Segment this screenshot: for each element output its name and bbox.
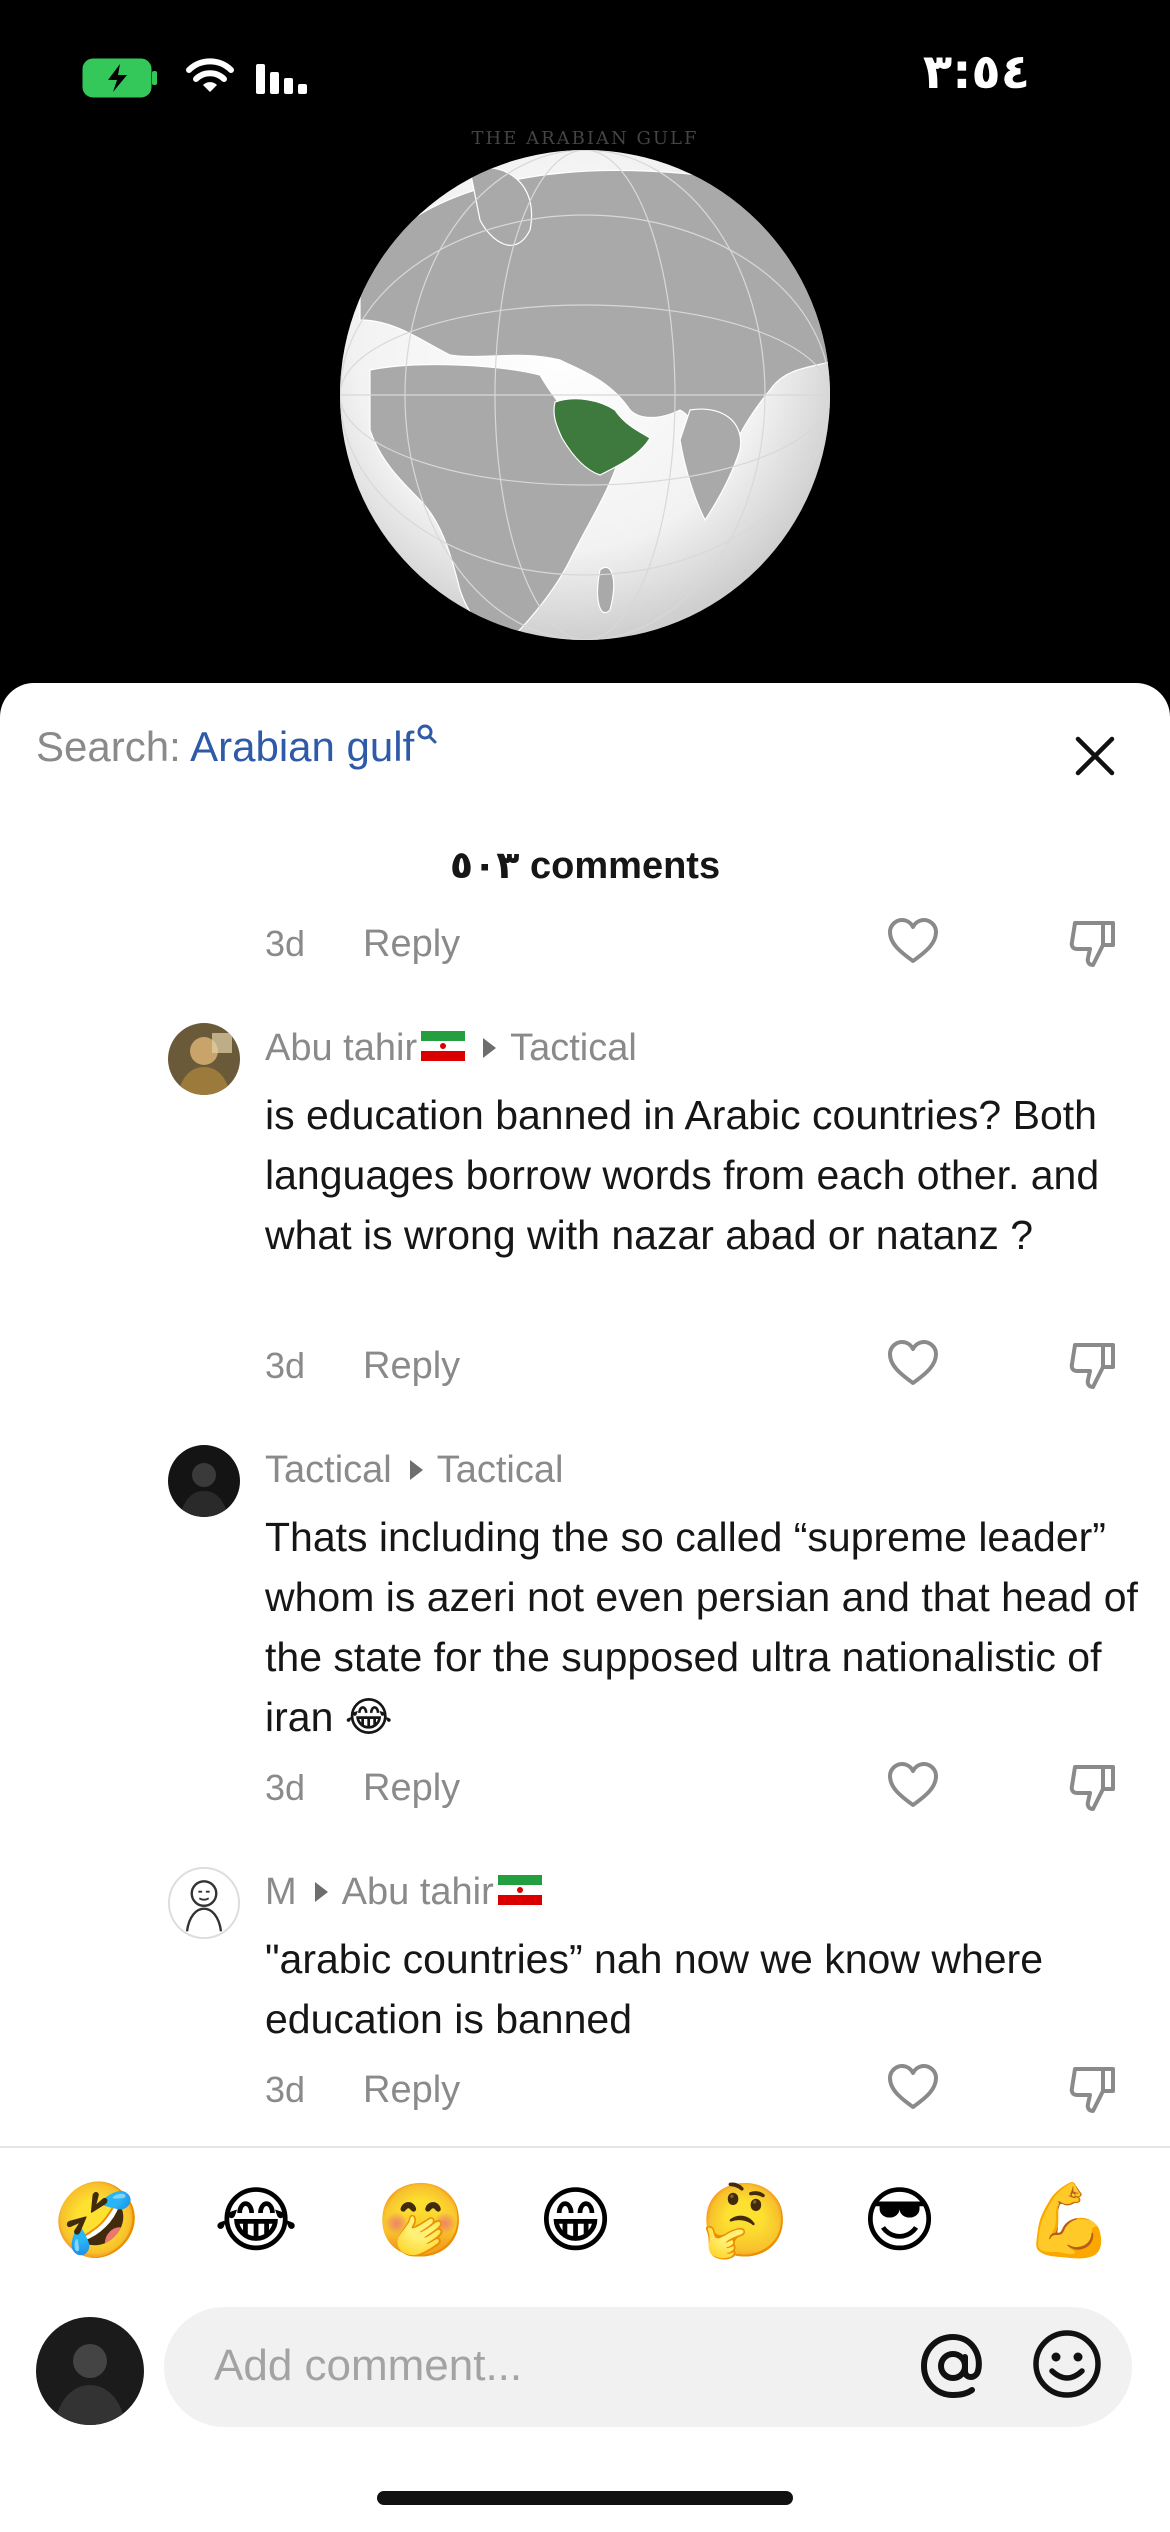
comment-meta-row: 3d Reply — [265, 915, 1125, 975]
comment-composer: Add comment... — [0, 2307, 1170, 2437]
comment-author[interactable]: Abu tahir — [265, 1027, 417, 1069]
comment-input-placeholder: Add comment... — [214, 2341, 523, 2390]
close-icon[interactable] — [1072, 733, 1118, 779]
emoji-flexed-biceps-button[interactable]: 💪 — [1024, 2171, 1114, 2271]
video-globe-image[interactable] — [0, 120, 1170, 680]
emoji-giggle-button[interactable]: 🤭 — [376, 2171, 466, 2271]
comments-sheet: Search: Arabian gulf ٥٠٣ comments 3d Rep… — [0, 683, 1170, 2532]
search-suggestion[interactable]: Search: Arabian gulf — [36, 723, 438, 771]
thumbs-down-icon[interactable] — [1065, 915, 1121, 971]
mention-at-icon[interactable] — [914, 2327, 992, 2405]
heart-icon[interactable] — [885, 915, 941, 967]
comment-reply-to[interactable]: Tactical — [437, 1449, 564, 1491]
thumbs-down-icon[interactable] — [1065, 1337, 1121, 1393]
comment-age: 3d — [265, 1767, 306, 1808]
comment-author[interactable]: M — [265, 1871, 297, 1913]
emoji-grin-button[interactable]: 😁 — [538, 2171, 613, 2271]
comment-header: Tactical Tactical — [265, 1449, 563, 1492]
comment-age: 3d — [265, 2069, 306, 2110]
cellular-signal-icon — [256, 64, 307, 94]
comment-text: is education banned in Arabic countries?… — [265, 1092, 1100, 1258]
reply-button[interactable]: Reply — [363, 923, 460, 966]
reply-arrow-icon — [483, 1037, 497, 1058]
comment-meta-row: 3d Reply — [265, 2061, 1125, 2121]
wifi-icon — [186, 58, 234, 92]
emoji-picker-icon[interactable] — [1030, 2327, 1104, 2401]
comment-input[interactable]: Add comment... — [164, 2307, 1132, 2427]
search-query-link[interactable]: Arabian gulf — [190, 723, 414, 770]
avatar[interactable] — [168, 1445, 240, 1517]
comment-text: Thats including the so called “supreme l… — [265, 1514, 1138, 1740]
battery-charging-icon — [82, 58, 157, 98]
reply-arrow-icon — [409, 1459, 423, 1480]
heart-icon[interactable] — [885, 2061, 941, 2113]
comment-reply-to[interactable]: Abu tahir — [342, 1871, 494, 1913]
avatar[interactable] — [168, 1023, 240, 1095]
comment-text: "arabic countries” nah now we know where… — [265, 1936, 1043, 2042]
reply-button[interactable]: Reply — [363, 2069, 460, 2112]
iran-flag-icon — [497, 1874, 542, 1905]
thumbs-down-icon[interactable] — [1065, 2061, 1121, 2117]
avatar[interactable] — [168, 1867, 240, 1939]
comment-age: 3d — [265, 923, 306, 964]
emoji-thinking-button[interactable]: 🤔 — [700, 2171, 790, 2271]
emoji-sunglasses-button[interactable]: 😎 — [862, 2171, 937, 2271]
reply-arrow-icon — [314, 1881, 328, 1902]
thumbs-down-icon[interactable] — [1065, 1759, 1121, 1815]
emoji-joy-button[interactable]: 😂 — [214, 2171, 298, 2271]
heart-icon[interactable] — [885, 1337, 941, 1389]
heart-icon[interactable] — [885, 1759, 941, 1811]
comment-header: M Abu tahir — [265, 1871, 542, 1914]
status-time: ٣:٥٤ — [922, 44, 1030, 100]
search-prefix: Search: — [36, 723, 191, 770]
comment-age: 3d — [265, 1345, 306, 1386]
home-indicator[interactable] — [377, 2491, 793, 2505]
comment-meta-row: 3d Reply — [265, 1759, 1125, 1819]
reply-button[interactable]: Reply — [363, 1345, 460, 1388]
emoji-quick-bar: 🤣 😂 🤭 😁 🤔 😎 💪 — [0, 2171, 1170, 2281]
emoji-rofl-button[interactable]: 🤣 — [52, 2171, 142, 2271]
iran-flag-icon — [421, 1030, 466, 1061]
divider — [0, 2146, 1170, 2148]
comment-header: Abu tahir Tactical — [265, 1027, 637, 1070]
comment-meta-row: 3d Reply — [265, 1337, 1125, 1397]
comments-count: ٥٠٣ comments — [449, 845, 721, 887]
current-user-avatar[interactable] — [36, 2317, 144, 2425]
reply-button[interactable]: Reply — [363, 1767, 460, 1810]
comment-reply-to[interactable]: Tactical — [510, 1027, 637, 1069]
comment-author[interactable]: Tactical — [265, 1449, 392, 1491]
search-icon — [417, 724, 437, 744]
